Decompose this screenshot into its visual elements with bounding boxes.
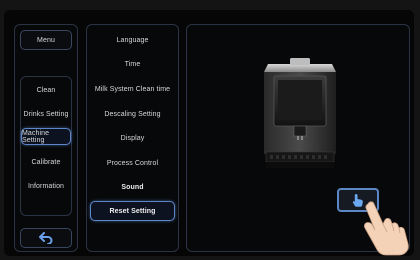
setting-label: Milk System Clean time	[94, 85, 171, 93]
category-item-drinks-setting[interactable]: Drinks Setting	[20, 106, 72, 122]
setting-item-descaling-setting[interactable]: Descaling Setting	[88, 107, 177, 121]
setting-item-process-control[interactable]: Process Control	[88, 156, 177, 170]
category-item-calibrate[interactable]: Calibrate	[20, 154, 72, 170]
setting-item-display[interactable]: Display	[88, 131, 177, 145]
category-item-information[interactable]: Information	[20, 178, 72, 194]
setting-label: Process Control	[106, 159, 159, 167]
category-label: Clean	[36, 86, 56, 94]
back-button[interactable]	[20, 228, 72, 248]
category-label: Information	[27, 182, 65, 190]
setting-item-sound[interactable]: Sound	[88, 180, 177, 194]
category-item-machine-setting[interactable]: Machine Setting	[21, 128, 71, 145]
setting-label: Reset Setting	[109, 207, 156, 215]
setting-label: Descaling Setting	[104, 110, 161, 118]
category-label: Drinks Setting	[23, 110, 69, 118]
setting-item-language[interactable]: Language	[88, 33, 177, 47]
category-label: Calibrate	[31, 158, 61, 166]
setting-item-milk-system-clean-time[interactable]: Milk System Clean time	[88, 82, 177, 96]
menu-button[interactable]: Menu	[20, 30, 72, 50]
category-label: Machine Setting	[22, 129, 50, 144]
setting-label: Time	[124, 60, 141, 68]
setting-item-reset-setting[interactable]: Reset Setting	[90, 201, 175, 221]
category-item-clean[interactable]: Clean	[20, 82, 72, 98]
setting-label: Display	[120, 134, 145, 142]
menu-button-label: Menu	[37, 36, 55, 44]
pointing-hand-icon	[364, 201, 409, 256]
setting-label: Sound	[121, 183, 144, 191]
device-screen: Menu Clean Drinks Setting Machine Settin…	[4, 10, 414, 256]
setting-item-time[interactable]: Time	[88, 57, 177, 71]
coffee-machine-icon	[264, 58, 336, 168]
setting-label: Language	[116, 36, 149, 44]
back-arrow-icon	[39, 232, 53, 244]
